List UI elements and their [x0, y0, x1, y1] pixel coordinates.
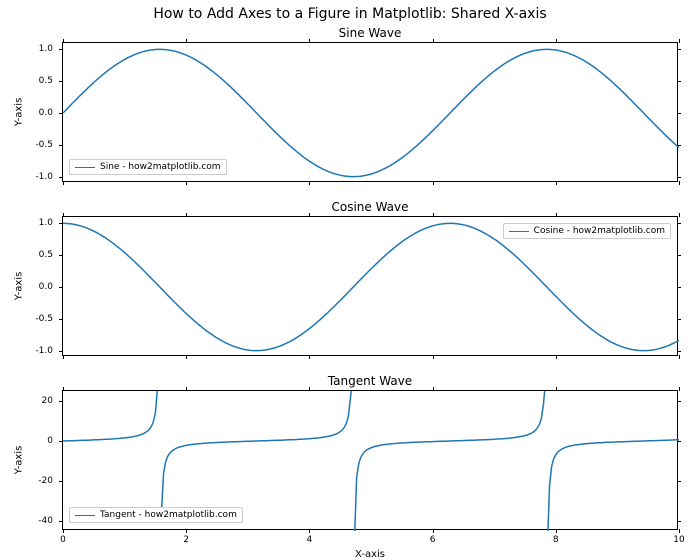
- subplot-0: Sine WaveY-axis-1.0-0.50.00.51.0Sine - h…: [62, 42, 678, 182]
- y-axis-label: Y-axis: [14, 98, 25, 127]
- x-tick-label: 2: [183, 535, 189, 545]
- y-tick-label: 0.0: [39, 108, 53, 118]
- legend-line-icon: [509, 231, 529, 232]
- x-tick-label: 6: [430, 535, 436, 545]
- plot-area: Y-axis-1.0-0.50.00.51.0Sine - how2matplo…: [62, 42, 678, 182]
- y-axis-label: Y-axis: [14, 446, 25, 475]
- subplot-2: Tangent WaveY-axis-40-200200246810X-axis…: [62, 390, 678, 530]
- legend-label: Sine - how2matplotlib.com: [100, 162, 221, 172]
- y-tick-label: -1.0: [35, 172, 53, 182]
- x-tick-label: 4: [307, 535, 313, 545]
- legend-line-icon: [75, 167, 95, 168]
- y-tick-label: 1.0: [39, 218, 53, 228]
- legend: Cosine - how2matplotlib.com: [503, 223, 671, 239]
- subplot-title: Cosine Wave: [62, 200, 678, 214]
- y-tick-label: 0.0: [39, 282, 53, 292]
- y-tick-label: 1.0: [39, 44, 53, 54]
- legend-label: Cosine - how2matplotlib.com: [534, 226, 665, 236]
- figure: How to Add Axes to a Figure in Matplotli…: [0, 0, 700, 560]
- y-tick-label: -0.5: [35, 140, 53, 150]
- y-tick-label: 20: [42, 396, 53, 406]
- y-tick-label: -20: [38, 476, 53, 486]
- y-tick-label: 0.5: [39, 250, 53, 260]
- legend: Tangent - how2matplotlib.com: [69, 507, 243, 523]
- legend-label: Tangent - how2matplotlib.com: [100, 510, 237, 520]
- y-tick-label: 0: [47, 436, 53, 446]
- y-tick-label: -40: [38, 516, 53, 526]
- plot-area: Y-axis-40-200200246810X-axisTangent - ho…: [62, 390, 678, 530]
- figure-suptitle: How to Add Axes to a Figure in Matplotli…: [0, 6, 700, 22]
- y-tick-label: -1.0: [35, 346, 53, 356]
- subplot-1: Cosine WaveY-axis-1.0-0.50.00.51.0Cosine…: [62, 216, 678, 356]
- subplot-title: Tangent Wave: [62, 374, 678, 388]
- x-axis-label: X-axis: [63, 549, 677, 560]
- x-tick-label: 8: [553, 535, 559, 545]
- y-tick-label: -0.5: [35, 314, 53, 324]
- y-tick-label: 0.5: [39, 76, 53, 86]
- x-tick-label: 0: [60, 535, 66, 545]
- subplot-title: Sine Wave: [62, 26, 678, 40]
- plot-area: Y-axis-1.0-0.50.00.51.0Cosine - how2matp…: [62, 216, 678, 356]
- legend: Sine - how2matplotlib.com: [69, 159, 227, 175]
- legend-line-icon: [75, 515, 95, 516]
- y-axis-label: Y-axis: [14, 272, 25, 301]
- x-tick-label: 10: [673, 535, 684, 545]
